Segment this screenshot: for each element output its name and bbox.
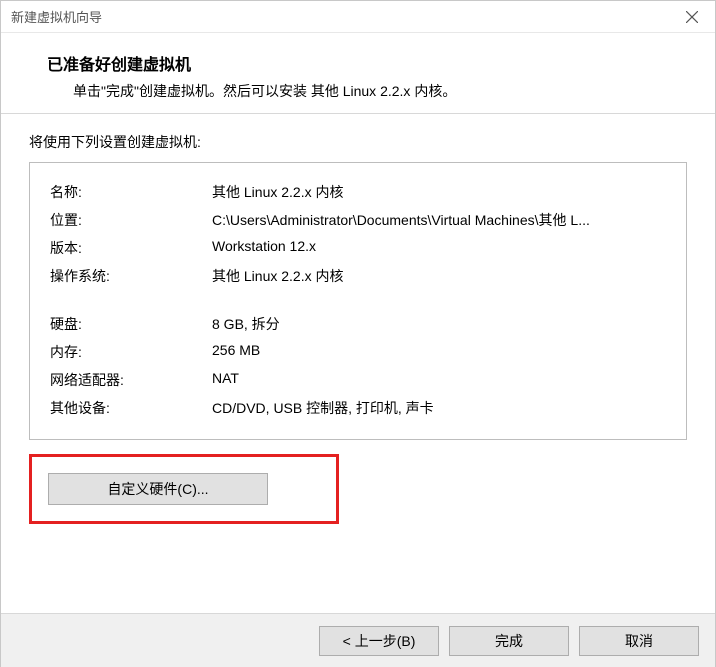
- name-value: 其他 Linux 2.2.x 内核: [212, 179, 666, 205]
- disk-label: 硬盘:: [50, 311, 210, 337]
- settings-table: 名称: 其他 Linux 2.2.x 内核 位置: C:\Users\Admin…: [48, 177, 668, 423]
- titlebar: 新建虚拟机向导: [1, 1, 715, 33]
- wizard-footer: < 上一步(B) 完成 取消: [1, 613, 715, 667]
- spacer-row: [50, 291, 666, 309]
- close-button[interactable]: [669, 1, 715, 33]
- highlight-annotation: 自定义硬件(C)...: [29, 454, 339, 524]
- close-icon: [686, 11, 698, 23]
- table-row: 操作系统: 其他 Linux 2.2.x 内核: [50, 263, 666, 289]
- finish-button[interactable]: 完成: [449, 626, 569, 656]
- location-value: C:\Users\Administrator\Documents\Virtual…: [212, 207, 666, 233]
- intro-text: 将使用下列设置创建虚拟机:: [29, 132, 687, 152]
- table-row: 其他设备: CD/DVD, USB 控制器, 打印机, 声卡: [50, 395, 666, 421]
- network-value: NAT: [212, 367, 666, 393]
- os-value: 其他 Linux 2.2.x 内核: [212, 263, 666, 289]
- table-row: 位置: C:\Users\Administrator\Documents\Vir…: [50, 207, 666, 233]
- cancel-button[interactable]: 取消: [579, 626, 699, 656]
- name-label: 名称:: [50, 179, 210, 205]
- version-value: Workstation 12.x: [212, 235, 666, 261]
- version-label: 版本:: [50, 235, 210, 261]
- header-subtitle: 单击"完成"创建虚拟机。然后可以安装 其他 Linux 2.2.x 内核。: [73, 81, 683, 101]
- back-button[interactable]: < 上一步(B): [319, 626, 439, 656]
- table-row: 版本: Workstation 12.x: [50, 235, 666, 261]
- location-label: 位置:: [50, 207, 210, 233]
- other-devices-label: 其他设备:: [50, 395, 210, 421]
- window-title: 新建虚拟机向导: [11, 7, 102, 26]
- table-row: 内存: 256 MB: [50, 339, 666, 365]
- os-label: 操作系统:: [50, 263, 210, 289]
- disk-value: 8 GB, 拆分: [212, 311, 666, 337]
- table-row: 名称: 其他 Linux 2.2.x 内核: [50, 179, 666, 205]
- header-title: 已准备好创建虚拟机: [47, 51, 683, 75]
- customize-hardware-button[interactable]: 自定义硬件(C)...: [48, 473, 268, 505]
- network-label: 网络适配器:: [50, 367, 210, 393]
- other-devices-value: CD/DVD, USB 控制器, 打印机, 声卡: [212, 395, 666, 421]
- wizard-header: 已准备好创建虚拟机 单击"完成"创建虚拟机。然后可以安装 其他 Linux 2.…: [1, 33, 715, 114]
- table-row: 硬盘: 8 GB, 拆分: [50, 311, 666, 337]
- content-area: 将使用下列设置创建虚拟机: 名称: 其他 Linux 2.2.x 内核 位置: …: [1, 114, 715, 534]
- memory-label: 内存:: [50, 339, 210, 365]
- memory-value: 256 MB: [212, 339, 666, 365]
- table-row: 网络适配器: NAT: [50, 367, 666, 393]
- settings-summary-box: 名称: 其他 Linux 2.2.x 内核 位置: C:\Users\Admin…: [29, 162, 687, 440]
